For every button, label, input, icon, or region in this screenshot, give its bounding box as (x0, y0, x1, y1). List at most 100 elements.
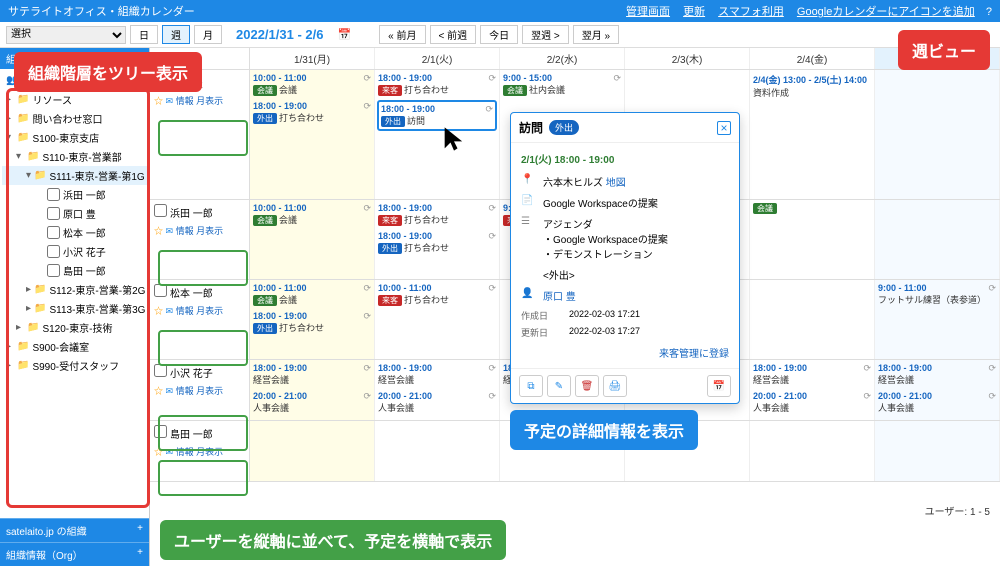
event[interactable]: 9:00 - 15:00⟳会議社内会議 (502, 72, 622, 97)
user-checkbox[interactable] (47, 188, 60, 201)
event[interactable]: 会議 (752, 202, 872, 215)
event[interactable]: 10:00 - 11:00⟳会議会議 (252, 72, 372, 97)
day-cell[interactable]: 10:00 - 11:00⟳会議会議 (250, 200, 375, 279)
tree-item[interactable]: ▸📁S120-東京-技術 (2, 318, 147, 337)
mail-icon[interactable]: ✉ (166, 386, 174, 396)
refresh-icon[interactable]: ⟳ (863, 391, 871, 402)
month-link[interactable]: 月表示 (196, 96, 223, 106)
refresh-icon[interactable]: ⟳ (363, 73, 371, 84)
event[interactable]: 20:00 - 21:00⟳人事会議 (877, 390, 997, 415)
day-cell[interactable]: 2/4(金) 13:00 - 2/5(土) 14:00資料作成 (750, 70, 875, 199)
view-week[interactable]: 週 (162, 25, 190, 44)
event[interactable]: 18:00 - 19:00⟳経営会議 (377, 362, 497, 387)
event[interactable]: 18:00 - 19:00⟳外出打ち合わせ (252, 310, 372, 335)
day-cell[interactable]: 18:00 - 19:00⟳経営会議 20:00 - 21:00⟳人事会議 (875, 360, 1000, 420)
refresh-icon[interactable]: ⟳ (488, 283, 496, 294)
day-cell[interactable] (250, 421, 375, 481)
tree-item[interactable]: ▸📁S113-東京-営業-第3G (2, 299, 147, 318)
day-cell[interactable]: 会議 (750, 200, 875, 279)
tree-item[interactable]: ▸📁S112-東京-営業-第2G (2, 280, 147, 299)
event[interactable]: 10:00 - 11:00⟳会議会議 (252, 282, 372, 307)
nav-next-week[interactable]: 翌週 > (522, 25, 569, 44)
popup-register[interactable]: 来客管理に登録 (659, 349, 729, 360)
refresh-icon[interactable]: ⟳ (488, 363, 496, 374)
day-cell[interactable]: 18:00 - 19:00⟳来客打ち合わせ18:00 - 19:00⟳外出打ち合… (375, 200, 500, 279)
event[interactable]: 10:00 - 11:00⟳来客打ち合わせ (377, 282, 497, 307)
user-checkbox[interactable] (47, 264, 60, 277)
month-link[interactable]: 月表示 (196, 386, 223, 396)
user-checkbox[interactable] (47, 226, 60, 239)
day-cell[interactable] (875, 421, 1000, 481)
star-icon[interactable]: ☆ (154, 306, 163, 316)
row-checkbox[interactable] (154, 425, 167, 438)
mail-icon[interactable]: ✉ (166, 96, 174, 106)
refresh-icon[interactable]: ⟳ (488, 203, 496, 214)
tree-item[interactable]: 浜田 一郎 (2, 185, 147, 204)
tree-item[interactable]: ▾📁S111-東京-営業-第1G (2, 166, 147, 185)
info-link[interactable]: 情報 (176, 96, 194, 106)
mail-icon[interactable]: ✉ (166, 306, 174, 316)
day-cell[interactable] (375, 421, 500, 481)
day-cell[interactable]: 18:00 - 19:00⟳来客打ち合わせ18:00 - 19:00⟳外出訪問 (375, 70, 500, 199)
event[interactable]: 18:00 - 19:00⟳経営会議 (252, 362, 372, 387)
day-cell[interactable]: 10:00 - 11:00⟳会議会議 18:00 - 19:00⟳外出打ち合わせ (250, 70, 375, 199)
refresh-icon[interactable]: ⟳ (488, 391, 496, 402)
refresh-icon[interactable]: ⟳ (363, 203, 371, 214)
refresh-icon[interactable]: ⟳ (863, 363, 871, 374)
day-cell[interactable] (875, 200, 1000, 279)
refresh-icon[interactable]: ⟳ (363, 283, 371, 294)
tree-item[interactable]: 小沢 花子 (2, 242, 147, 261)
link-mobile[interactable]: スマフォ利用 (718, 6, 784, 18)
row-checkbox[interactable] (154, 204, 167, 217)
event[interactable]: 18:00 - 19:00⟳経営会議 (752, 362, 872, 387)
tree-item[interactable]: 松本 一郎 (2, 223, 147, 242)
org-select[interactable]: 選択 (6, 26, 126, 44)
help-icon[interactable]: ? (986, 6, 992, 18)
mail-icon[interactable]: ✉ (166, 447, 174, 457)
delete-icon[interactable]: 🗑 (575, 375, 599, 397)
day-cell[interactable] (750, 280, 875, 359)
day-cell[interactable]: 18:00 - 19:00⟳経営会議20:00 - 21:00⟳人事会議 (250, 360, 375, 420)
tree-item[interactable]: 原口 豊 (2, 204, 147, 223)
nav-prev-week[interactable]: < 前週 (430, 25, 477, 44)
nav-today[interactable]: 今日 (480, 25, 518, 44)
sidebar-bottom-2[interactable]: 組織情報（Org）+ (0, 542, 149, 566)
day-cell[interactable]: 18:00 - 19:00⟳経営会議20:00 - 21:00⟳人事会議 (750, 360, 875, 420)
day-cell[interactable]: 10:00 - 11:00⟳来客打ち合わせ (375, 280, 500, 359)
month-link[interactable]: 月表示 (196, 447, 223, 457)
event[interactable]: 18:00 - 19:00⟳外出打ち合わせ (377, 230, 497, 255)
tree-item[interactable]: ▸📁S900-会議室 (2, 337, 147, 356)
copy-icon[interactable]: ⧉ (519, 375, 543, 397)
user-checkbox[interactable] (47, 207, 60, 220)
tree-item[interactable]: ▸📁リソース (2, 90, 147, 109)
event[interactable]: 18:00 - 19:00⟳来客打ち合わせ (377, 72, 497, 97)
tree-item[interactable]: ▸📁問い合わせ窓口 (2, 109, 147, 128)
refresh-icon[interactable]: ⟳ (363, 363, 371, 374)
event[interactable]: 18:00 - 19:00⟳経営会議 (877, 362, 997, 387)
info-link[interactable]: 情報 (176, 386, 194, 396)
refresh-icon[interactable]: ⟳ (988, 391, 996, 402)
refresh-icon[interactable]: ⟳ (485, 104, 493, 115)
edit-icon[interactable]: ✎ (547, 375, 571, 397)
refresh-icon[interactable]: ⟳ (613, 73, 621, 84)
link-admin[interactable]: 管理画面 (626, 6, 670, 18)
month-link[interactable]: 月表示 (196, 226, 223, 236)
tree-item[interactable]: ▾📁S110-東京-営業部 (2, 147, 147, 166)
info-link[interactable]: 情報 (176, 447, 194, 457)
month-link[interactable]: 月表示 (196, 306, 223, 316)
view-month[interactable]: 月 (194, 25, 222, 44)
tree-item[interactable]: 島田 一郎 (2, 261, 147, 280)
event[interactable]: 18:00 - 19:00⟳外出打ち合わせ (252, 100, 372, 125)
refresh-icon[interactable]: ⟳ (988, 363, 996, 374)
star-icon[interactable]: ☆ (154, 447, 163, 457)
link-refresh[interactable]: 更新 (683, 6, 705, 18)
tree-item[interactable]: ▾📁S100-東京支店 (2, 128, 147, 147)
star-icon[interactable]: ☆ (154, 226, 163, 236)
refresh-icon[interactable]: ⟳ (988, 283, 996, 294)
day-cell[interactable]: 10:00 - 11:00⟳会議会議 18:00 - 19:00⟳外出打ち合わせ (250, 280, 375, 359)
event[interactable]: 20:00 - 21:00⟳人事会議 (377, 390, 497, 415)
map-link[interactable]: 地図 (606, 178, 626, 189)
print-icon[interactable]: 🖨 (603, 375, 627, 397)
popup-person[interactable]: 原口 豊 (543, 292, 576, 303)
star-icon[interactable]: ☆ (154, 386, 163, 396)
